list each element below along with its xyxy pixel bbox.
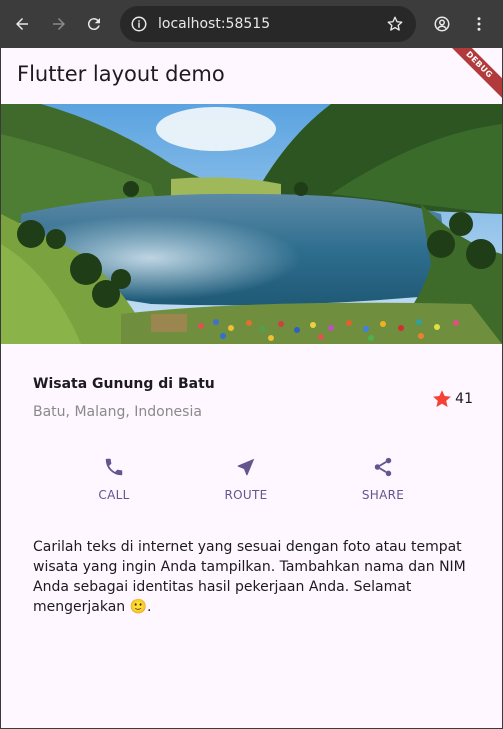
profile-button[interactable] <box>428 10 456 38</box>
route-label: ROUTE <box>224 488 268 502</box>
button-section: CALL ROUTE SHARE <box>1 456 502 510</box>
forward-arrow-icon <box>53 18 65 30</box>
app-title: Flutter layout demo <box>17 62 225 86</box>
back-button[interactable] <box>8 10 36 38</box>
description-text: Carilah teks di internet yang sesuai den… <box>33 539 466 615</box>
navigation-icon <box>237 458 255 476</box>
place-location: Batu, Malang, Indonesia <box>33 404 202 420</box>
site-info-icon[interactable] <box>130 15 148 33</box>
route-button[interactable]: ROUTE <box>206 456 286 502</box>
bookmark-star-icon[interactable] <box>386 15 404 33</box>
phone-icon <box>105 458 123 476</box>
kebab-menu-icon <box>477 17 481 31</box>
hero-image <box>1 104 502 344</box>
app-bar: Flutter layout demo <box>1 48 502 104</box>
profile-icon <box>434 16 450 32</box>
place-name: Wisata Gunung di Batu <box>33 376 215 392</box>
url-text: localhost:58515 <box>158 16 271 32</box>
share-icon <box>374 457 392 477</box>
title-section: Wisata Gunung di Batu Batu, Malang, Indo… <box>33 376 473 436</box>
call-button[interactable]: CALL <box>74 456 154 502</box>
share-label: SHARE <box>361 488 405 502</box>
app-window: Flutter layout demo DEBUG Wisata Gunung … <box>1 48 502 728</box>
rating-count: 41 <box>455 391 473 407</box>
lake-landscape-image <box>1 104 502 344</box>
reload-button[interactable] <box>80 10 108 38</box>
reload-icon <box>87 18 100 31</box>
star-icon <box>433 390 452 407</box>
back-arrow-icon <box>16 18 28 30</box>
call-label: CALL <box>98 488 130 502</box>
browser-toolbar: localhost:58515 <box>0 0 503 48</box>
forward-button[interactable] <box>45 10 73 38</box>
address-bar[interactable]: localhost:58515 <box>120 6 416 42</box>
share-button[interactable]: SHARE <box>343 456 423 502</box>
rating: 41 <box>431 388 473 410</box>
menu-button[interactable] <box>465 10 493 38</box>
